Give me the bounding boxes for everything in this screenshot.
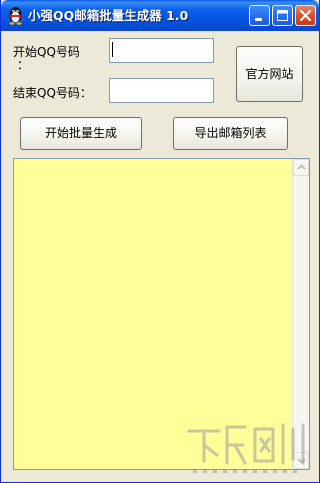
maximize-icon (277, 10, 288, 21)
chevron-up-icon (297, 164, 306, 170)
qq-penguin-icon (9, 7, 22, 25)
minimize-icon (255, 18, 262, 21)
official-site-button[interactable]: 官方网站 (236, 46, 303, 102)
export-list-button[interactable]: 导出邮箱列表 (173, 117, 288, 150)
batch-generate-button[interactable]: 开始批量生成 (20, 117, 142, 150)
text-caret (112, 42, 113, 57)
end-qq-label: 结束QQ号码： (13, 86, 92, 100)
title-bar[interactable]: 小强QQ邮箱批量生成器 1.0 (1, 0, 319, 31)
end-qq-input[interactable] (109, 78, 214, 103)
maximize-button[interactable] (272, 5, 293, 26)
start-qq-label: 开始QQ号码 (13, 45, 80, 59)
download-site-watermark-icon (187, 423, 305, 473)
window-title: 小强QQ邮箱批量生成器 1.0 (28, 8, 189, 23)
start-qq-input[interactable] (109, 38, 214, 63)
start-qq-label-colon: ： (17, 58, 30, 72)
close-button[interactable] (295, 5, 316, 26)
minimize-button[interactable] (249, 5, 270, 26)
app-window: 小强QQ邮箱批量生成器 1.0 开始QQ号码 ： 结束QQ号码： 官方网站 开始… (0, 0, 320, 483)
close-icon (299, 9, 312, 22)
scroll-up-button[interactable] (293, 159, 309, 176)
